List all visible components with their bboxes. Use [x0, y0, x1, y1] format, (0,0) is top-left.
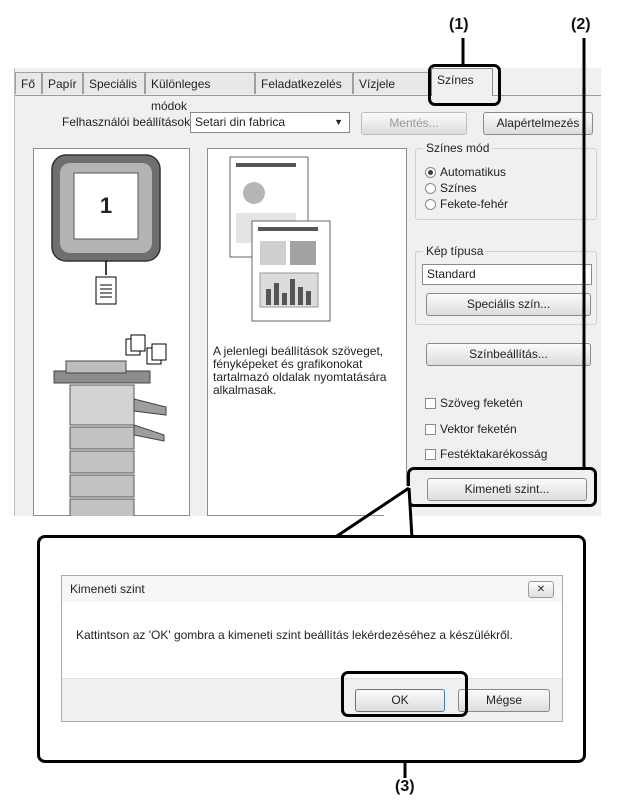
cancel-button[interactable]: Mégse: [458, 689, 550, 712]
modal-message: Kattintson az 'OK' gombra a kimeneti szi…: [76, 628, 513, 642]
modal-footer: OK Mégse: [62, 678, 562, 721]
output-level-modal: Kimeneti szint ✕ Kattintson az 'OK' gomb…: [61, 575, 563, 722]
modal-title: Kimeneti szint: [70, 582, 145, 596]
tab-color[interactable]: Színes: [431, 68, 493, 96]
modal-title-bar: Kimeneti szint ✕: [62, 576, 562, 602]
close-icon[interactable]: ✕: [528, 581, 554, 598]
highlight-ok-button: [341, 671, 468, 717]
